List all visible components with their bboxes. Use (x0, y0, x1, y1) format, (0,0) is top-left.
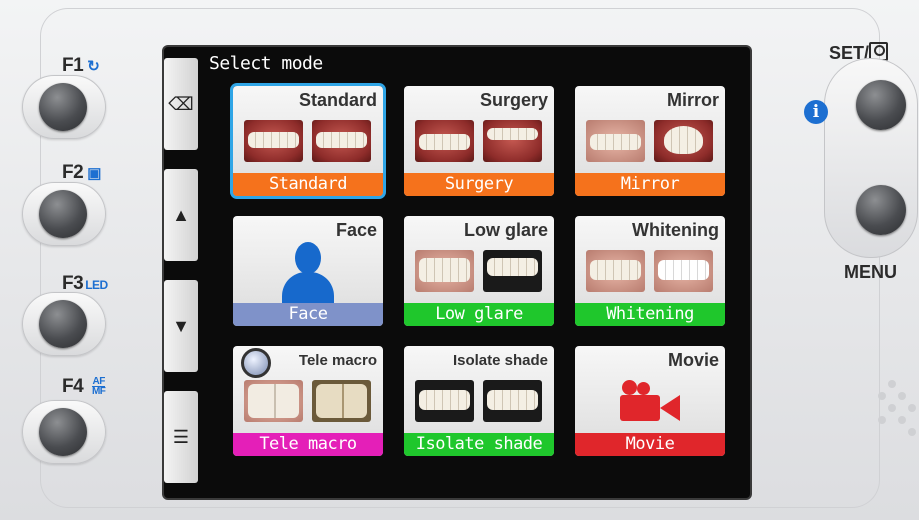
screen-title: Select mode (209, 53, 323, 74)
scroll-up-button[interactable]: ▲ (164, 169, 198, 261)
back-button[interactable]: ⌫ (164, 58, 198, 150)
tile-label: Tele macro (233, 433, 383, 456)
f1-label: F1 ↻ (62, 55, 100, 76)
mode-tile-mirror[interactable]: Mirror Mirror (575, 86, 725, 196)
mode-tile-surgery[interactable]: Surgery Surgery (404, 86, 554, 196)
led-icon: LED (85, 278, 108, 292)
teeth-photo (483, 380, 542, 422)
af-mf-icon: AF MF (91, 376, 106, 398)
set-button[interactable] (856, 80, 906, 130)
tile-label: Mirror (575, 173, 725, 196)
tile-title: Face (335, 220, 377, 240)
teeth-photo (586, 120, 645, 162)
tile-label: Isolate shade (404, 433, 554, 456)
f3-knob[interactable] (39, 300, 87, 348)
speaker-grille (870, 376, 919, 436)
tile-label: Standard (233, 173, 383, 196)
menu-button[interactable] (856, 185, 906, 235)
mode-tile-tele-macro[interactable]: Tele macro Tele macro (233, 346, 383, 456)
tile-title: Movie (667, 350, 719, 370)
arrow-up-icon: ▲ (172, 204, 190, 225)
teeth-photo (483, 250, 542, 292)
arrow-down-icon: ▼ (172, 315, 190, 336)
mode-tile-movie[interactable]: Movie Movie (575, 346, 725, 456)
f4-button[interactable] (22, 400, 106, 464)
f2-button[interactable] (22, 182, 106, 246)
tile-label: Face (233, 303, 383, 326)
tile-title: Mirror (666, 90, 719, 110)
lens-icon (241, 348, 271, 378)
mode-tile-whitening[interactable]: Whitening Whitening (575, 216, 725, 326)
tile-label: Surgery (404, 173, 554, 196)
teeth-photo (415, 380, 474, 422)
f4-label: F4 AF MF (62, 376, 106, 398)
surgery-photo (483, 120, 542, 162)
movie-camera-icon (620, 380, 684, 422)
surgery-photo (415, 120, 474, 162)
tile-label: Movie (575, 433, 725, 456)
scroll-down-button[interactable]: ▼ (164, 280, 198, 372)
mode-tile-isolate-shade[interactable]: Isolate shade Isolate shade (404, 346, 554, 456)
arch-photo (654, 120, 713, 162)
tile-title: Whitening (632, 220, 719, 240)
person-icon (282, 242, 334, 303)
flash-icon: ↻ (87, 58, 100, 75)
tile-title: Tele macro (298, 352, 377, 369)
f2-knob[interactable] (39, 190, 87, 238)
screen-side-buttons: ⌫ ▲ ▼ ☰ (164, 54, 200, 494)
f1-knob[interactable] (39, 83, 87, 131)
mode-tile-low-glare[interactable]: Low glare Low glare (404, 216, 554, 326)
tile-title: Standard (298, 90, 377, 110)
teeth-photo (244, 120, 303, 162)
f2-label: F2 ▣ (62, 162, 101, 183)
tile-label: Low glare (404, 303, 554, 326)
tile-label: Whitening (575, 303, 725, 326)
tile-title: Low glare (463, 220, 548, 240)
teeth-photo (312, 120, 371, 162)
mode-tile-standard[interactable]: Standard Standard (233, 86, 383, 196)
teeth-photo (654, 250, 713, 292)
info-icon: i (804, 100, 828, 124)
teeth-photo (415, 250, 474, 292)
teeth-photo (586, 250, 645, 292)
list-icon: ☰ (172, 426, 190, 447)
backspace-icon: ⌫ (168, 93, 194, 114)
tile-title: Isolate shade (452, 352, 548, 369)
f3-button[interactable] (22, 292, 106, 356)
menu-label: MENU (844, 262, 897, 282)
tooth-closeup-photo (244, 380, 303, 422)
f1-button[interactable] (22, 75, 106, 139)
f4-knob[interactable] (39, 408, 87, 456)
exposure-icon: ▣ (87, 165, 101, 182)
tile-title: Surgery (479, 90, 548, 110)
list-view-button[interactable]: ☰ (164, 391, 198, 483)
mode-tile-face[interactable]: Face Face (233, 216, 383, 326)
tooth-closeup-photo (312, 380, 371, 422)
